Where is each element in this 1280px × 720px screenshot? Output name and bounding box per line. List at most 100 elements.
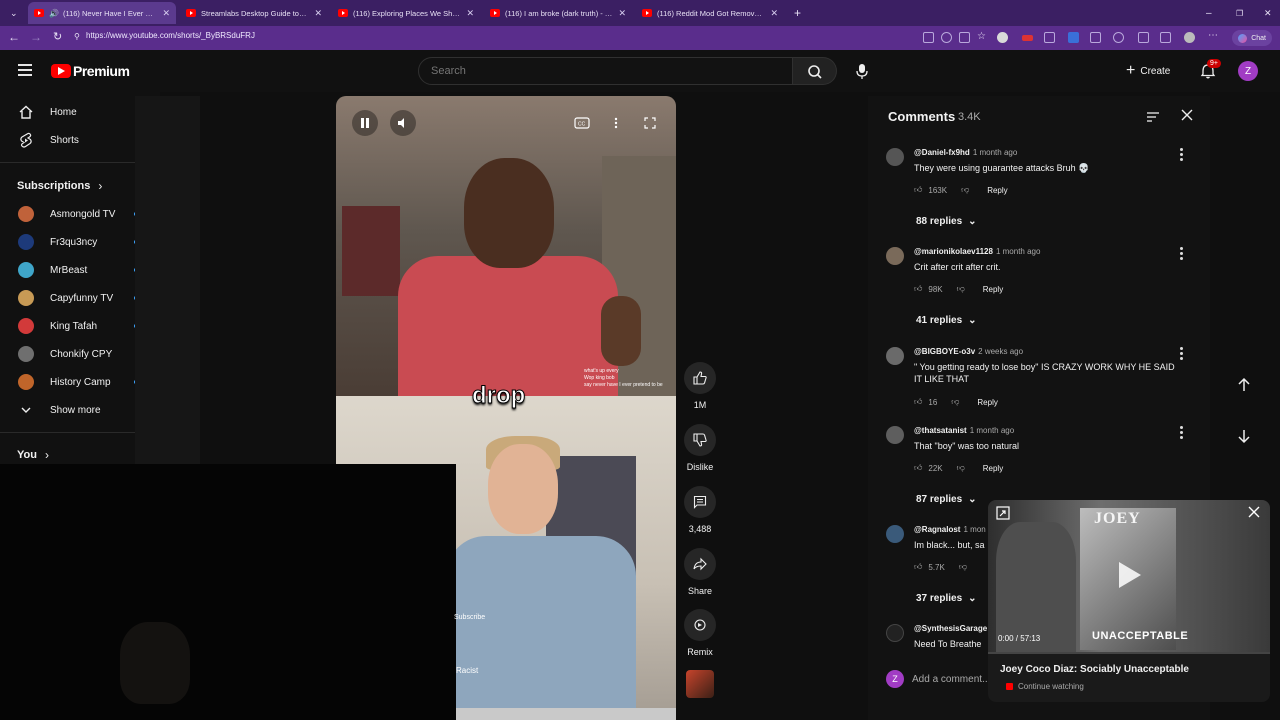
youtube-logo-icon[interactable] xyxy=(51,64,71,78)
add-comment-input[interactable]: Add a comment... xyxy=(912,674,990,685)
close-window-button[interactable]: ✕ xyxy=(1258,2,1272,24)
tab-reddit-mod[interactable]: (116) Reddit Mod Got Removed a ✕ xyxy=(636,2,784,24)
search-input[interactable] xyxy=(418,57,793,85)
comment-avatar[interactable] xyxy=(886,624,904,642)
extension-icon[interactable] xyxy=(1068,32,1079,43)
miniplayer-video[interactable]: JOEY UNACCEPTABLE 0:00 / 57:13 xyxy=(988,500,1270,652)
extension-icon[interactable] xyxy=(1113,32,1124,43)
comment-author[interactable]: @thatsatanist 1 month ago xyxy=(914,426,1014,435)
author-handle[interactable]: @thatsatanist xyxy=(914,426,967,435)
captions-button[interactable]: CC xyxy=(572,113,592,133)
tab-streamlabs[interactable]: Streamlabs Desktop Guide to BEST ✕ xyxy=(180,2,328,24)
sound-channel-thumbnail[interactable] xyxy=(686,670,714,698)
author-handle[interactable]: @BIGBOYE-o3v xyxy=(914,347,975,356)
miniplayer-title[interactable]: Joey Coco Diaz: Sociably Unacceptable xyxy=(1000,664,1189,675)
subscriptions-heading[interactable]: Subscriptions › xyxy=(17,179,102,193)
comment-author[interactable]: @marionikolaev1128 1 month ago xyxy=(914,247,1040,256)
comment-avatar[interactable] xyxy=(886,347,904,365)
video-progress-bar[interactable] xyxy=(456,708,676,720)
zoom-icon[interactable] xyxy=(941,32,952,43)
comment-more-icon[interactable] xyxy=(1178,426,1184,440)
like-button[interactable]: 1M xyxy=(684,362,716,410)
miniplayer-progress-bar[interactable] xyxy=(988,652,1270,654)
view-replies-button[interactable]: 37 replies ⌄ xyxy=(916,593,977,604)
tab-close-icon[interactable]: ✕ xyxy=(618,8,626,19)
view-replies-button[interactable]: 87 replies ⌄ xyxy=(916,494,977,505)
author-handle[interactable]: @marionikolaev1128 xyxy=(914,247,993,256)
comment-like-button[interactable]: 👍︎ 16 xyxy=(914,397,937,407)
comment-reply-button[interactable]: Reply xyxy=(987,186,1007,195)
reload-icon[interactable]: ↻ xyxy=(53,30,62,43)
comment-like-button[interactable]: 👍︎ 5.7K xyxy=(914,562,945,572)
profile-avatar-icon[interactable] xyxy=(1184,32,1195,43)
view-replies-button[interactable]: 88 replies ⌄ xyxy=(916,216,977,227)
browser-menu-icon[interactable]: ⋯ xyxy=(1208,30,1219,41)
hamburger-menu-icon[interactable] xyxy=(18,64,32,76)
youtube-premium-logo[interactable]: Premium xyxy=(73,63,130,79)
fullscreen-button[interactable] xyxy=(640,113,660,133)
tab-i-am-broke[interactable]: (116) I am broke (dark truth) - You ✕ xyxy=(484,2,632,24)
arrow-up-icon[interactable] xyxy=(1236,377,1252,393)
extension-icon[interactable] xyxy=(959,32,970,43)
extension-icon[interactable] xyxy=(923,32,934,43)
comment-author[interactable]: @Daniel-fx9hd 1 month ago xyxy=(914,148,1017,157)
extension-icon[interactable] xyxy=(1138,32,1149,43)
play-icon[interactable] xyxy=(1119,562,1141,588)
comment-more-icon[interactable] xyxy=(1178,347,1184,361)
comment-author[interactable]: @SynthesisGarage xyxy=(914,624,987,633)
pause-button[interactable] xyxy=(352,110,378,136)
back-arrow-icon[interactable]: ← xyxy=(8,30,20,44)
sort-icon[interactable] xyxy=(1146,110,1160,124)
shorts-video-player[interactable]: what's up every Wop king bob say never h… xyxy=(336,96,676,708)
comment-dislike-icon[interactable]: 👎︎ xyxy=(957,463,965,473)
more-options-button[interactable] xyxy=(606,113,626,133)
new-tab-button[interactable]: + xyxy=(788,2,808,24)
comment-avatar[interactable] xyxy=(886,426,904,444)
tab-close-icon[interactable]: ✕ xyxy=(466,8,474,19)
dislike-button[interactable]: Dislike xyxy=(684,424,716,472)
chat-button[interactable]: Chat xyxy=(1232,30,1272,46)
author-handle[interactable]: @Ragnalost xyxy=(914,525,960,534)
comments-button[interactable]: 3,488 xyxy=(684,486,716,534)
view-replies-button[interactable]: 41 replies ⌄ xyxy=(916,315,977,326)
comment-more-icon[interactable] xyxy=(1178,247,1184,261)
microphone-icon[interactable] xyxy=(855,63,869,79)
create-button[interactable]: + Create xyxy=(1126,58,1170,84)
author-handle[interactable]: @Daniel-fx9hd xyxy=(914,148,970,157)
search-button[interactable] xyxy=(793,57,837,85)
tab-close-icon[interactable]: ✕ xyxy=(314,8,322,19)
tab-never-have-i-ever[interactable]: 🔊 (116) Never Have I Ever Gone ✕ xyxy=(28,2,176,24)
miniplayer[interactable]: JOEY UNACCEPTABLE 0:00 / 57:13 Joey Coco… xyxy=(988,500,1270,702)
extension-icon[interactable] xyxy=(1022,35,1033,41)
forward-arrow-icon[interactable]: → xyxy=(30,30,42,44)
share-button[interactable]: Share xyxy=(684,548,716,596)
maximize-window-button[interactable]: ❐ xyxy=(1230,2,1244,24)
extensions-puzzle-icon[interactable] xyxy=(1160,32,1171,43)
comment-avatar[interactable] xyxy=(886,247,904,265)
tab-list-button[interactable]: ⌄ xyxy=(4,2,26,24)
comment-author[interactable]: @Ragnalost 1 mon xyxy=(914,525,986,534)
bookmark-star-icon[interactable]: ☆ xyxy=(977,31,988,42)
expand-miniplayer-icon[interactable] xyxy=(996,506,1010,520)
comment-author[interactable]: @BIGBOYE-o3v 2 weeks ago xyxy=(914,347,1023,356)
minimize-window-button[interactable]: – xyxy=(1200,2,1214,24)
comment-avatar[interactable] xyxy=(886,525,904,543)
comment-reply-button[interactable]: Reply xyxy=(983,285,1003,294)
extension-icon[interactable] xyxy=(1090,32,1101,43)
site-info-icon[interactable]: ⚲ xyxy=(74,32,80,41)
comment-dislike-icon[interactable]: 👎︎ xyxy=(959,562,967,572)
comment-like-button[interactable]: 👍︎ 98K xyxy=(914,284,943,294)
close-icon[interactable] xyxy=(1248,506,1260,518)
comment-reply-button[interactable]: Reply xyxy=(983,464,1003,473)
comment-dislike-icon[interactable]: 👎︎ xyxy=(957,284,965,294)
you-heading[interactable]: You › xyxy=(17,448,49,462)
tab-close-icon[interactable]: ✕ xyxy=(162,8,170,19)
url-field[interactable]: https://www.youtube.com/shorts/_ByBRSduF… xyxy=(86,31,255,40)
close-icon[interactable] xyxy=(1180,108,1194,122)
comment-like-button[interactable]: 👍︎ 22K xyxy=(914,463,943,473)
profile-extension-icon[interactable] xyxy=(997,32,1008,43)
extension-icon[interactable] xyxy=(1044,32,1055,43)
volume-button[interactable] xyxy=(390,110,416,136)
comment-more-icon[interactable] xyxy=(1178,148,1184,162)
comment-dislike-icon[interactable]: 👎︎ xyxy=(951,397,959,407)
